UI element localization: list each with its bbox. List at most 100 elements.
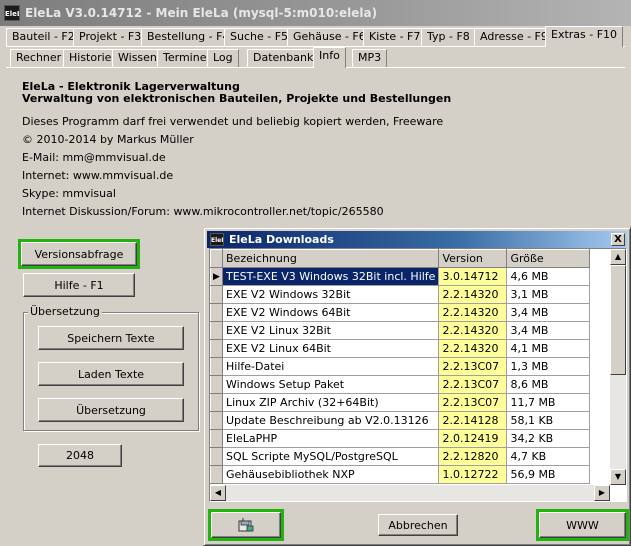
cell-size[interactable]: 58,1 KB [506, 411, 591, 430]
laden-texte-button[interactable]: Laden Texte [38, 362, 184, 386]
dialog-close-button[interactable]: X [611, 233, 625, 246]
scroll-left-arrow-icon[interactable]: ◀ [210, 485, 226, 501]
info-license: Dieses Programm darf frei verwendet und … [22, 115, 444, 128]
info-skype: Skype: mmvisual [22, 187, 116, 200]
vertical-scroll-thumb[interactable] [610, 265, 626, 375]
cell-name[interactable]: Linux ZIP Archiv (32+64Bit) [222, 393, 440, 412]
cell-size[interactable]: 3,4 MB [506, 321, 591, 340]
versionsabfrage-button[interactable]: Versionsabfrage [18, 239, 140, 269]
tab-log[interactable]: Log [207, 49, 239, 67]
vertical-scrollbar[interactable]: ▲ ▼ [610, 249, 626, 485]
table-row[interactable]: SQL Scripte MySQL/PostgreSQL 2.2.12820 4,7… [210, 447, 591, 466]
row-indicator [210, 303, 223, 322]
scroll-right-arrow-icon[interactable]: ▶ [594, 485, 610, 501]
row-indicator [210, 429, 223, 448]
cell-version[interactable]: 2.2.14128 [438, 411, 508, 430]
table-row[interactable]: Gehäusebibliothek NXP 1.0.12722 56,9 MB [210, 465, 591, 484]
number-button[interactable]: 2048 [38, 444, 122, 467]
cell-name[interactable]: EXE V2 Windows 64Bit [222, 303, 440, 322]
dialog-title-bar: EleLa EleLa Downloads X [207, 231, 627, 248]
row-pointer-icon: ▶ [210, 267, 223, 286]
cell-size[interactable]: 34,2 KB [506, 429, 591, 448]
cell-name[interactable]: EleLaPHP [222, 429, 440, 448]
table-row[interactable]: ▶ TEST-EXE V3 Windows 32Bit incl. Hilfe 3.… [210, 267, 591, 286]
tab-rechner[interactable]: Rechner [10, 49, 68, 67]
tab-historie[interactable]: Historie [63, 49, 118, 67]
tab-suche[interactable]: Suche - F5 [224, 28, 295, 46]
table-row[interactable]: EleLaPHP 2.0.12419 34,2 KB [210, 429, 591, 448]
cell-size[interactable]: 11,7 MB [506, 393, 591, 412]
table-row[interactable]: EXE V2 Linux 32Bit 2.2.14320 3,4 MB [210, 321, 591, 340]
column-header-groesse[interactable]: Größe [506, 249, 591, 268]
info-copyright: © 2010-2014 by Markus Müller [22, 133, 194, 146]
cell-version[interactable]: 2.2.13C07 [438, 393, 508, 412]
cell-size[interactable]: 56,9 MB [506, 465, 591, 484]
tab-info[interactable]: Info [313, 47, 346, 68]
cell-size[interactable]: 4,7 KB [506, 447, 591, 466]
cell-name[interactable]: EXE V2 Linux 32Bit [222, 321, 440, 340]
tab-extras[interactable]: Extras - F10 [545, 26, 624, 47]
cell-name[interactable]: Hilfe-Datei [222, 357, 440, 376]
tab-typ[interactable]: Typ - F8 [421, 28, 476, 46]
cell-name[interactable]: EXE V2 Linux 64Bit [222, 339, 440, 358]
www-button[interactable]: WWW [536, 509, 629, 541]
tab-datenbank[interactable]: Datenbank [247, 49, 320, 67]
download-button[interactable] [208, 509, 284, 541]
cell-version[interactable]: 2.2.12820 [438, 447, 508, 466]
hilfe-button[interactable]: Hilfe - F1 [23, 273, 135, 297]
tab-projekt[interactable]: Projekt - F3 [73, 28, 148, 46]
cell-version[interactable]: 2.2.14320 [438, 285, 508, 304]
cell-version[interactable]: 2.2.13C07 [438, 375, 508, 394]
table-row[interactable]: Linux ZIP Archiv (32+64Bit) 2.2.13C07 11,7… [210, 393, 591, 412]
tab-gehaeuse[interactable]: Gehäuse - F6 [287, 28, 372, 46]
downloads-grid[interactable]: Bezeichnung Version Größe ▶ TEST-EXE V3 W… [209, 248, 627, 502]
cell-size[interactable]: 3,4 MB [506, 303, 591, 322]
speichern-texte-button[interactable]: Speichern Texte [38, 326, 184, 350]
cell-name[interactable]: EXE V2 Windows 32Bit [222, 285, 440, 304]
cell-size[interactable]: 1,3 MB [506, 357, 591, 376]
cell-version[interactable]: 2.0.12419 [438, 429, 508, 448]
cell-version[interactable]: 2.2.13C07 [438, 357, 508, 376]
row-indicator [210, 321, 223, 340]
table-row[interactable]: Hilfe-Datei 2.2.13C07 1,3 MB [210, 357, 591, 376]
scroll-up-arrow-icon[interactable]: ▲ [610, 249, 626, 265]
cell-name[interactable]: SQL Scripte MySQL/PostgreSQL [222, 447, 440, 466]
info-internet: Internet: www.mmvisual.de [22, 169, 174, 182]
cell-size[interactable]: 4,1 MB [506, 339, 591, 358]
tab-wissen[interactable]: Wissen [112, 49, 163, 67]
abbrechen-button[interactable]: Abbrechen [378, 514, 458, 536]
tab-adresse[interactable]: Adresse - F9 [474, 28, 554, 46]
column-header-bezeichnung[interactable]: Bezeichnung [221, 249, 440, 268]
cell-version[interactable]: 2.2.14320 [438, 339, 508, 358]
table-row[interactable]: Update Beschreibung ab V2.0.13126 2.2.141… [210, 411, 591, 430]
table-row[interactable]: EXE V2 Linux 64Bit 2.2.14320 4,1 MB [210, 339, 591, 358]
cell-name[interactable]: TEST-EXE V3 Windows 32Bit incl. Hilfe [222, 267, 440, 286]
cell-version[interactable]: 2.2.14320 [438, 321, 508, 340]
table-row[interactable]: EXE V2 Windows 64Bit 2.2.14320 3,4 MB [210, 303, 591, 322]
tab-kiste[interactable]: Kiste - F7 [363, 28, 427, 46]
uebersetzung-group-label: Übersetzung [28, 305, 102, 318]
row-indicator [210, 465, 223, 484]
tab-bauteil[interactable]: Bauteil - F2 [6, 28, 81, 46]
cell-version[interactable]: 2.2.14320 [438, 303, 508, 322]
app-icon: EleLa [4, 5, 20, 21]
row-indicator [210, 411, 223, 430]
scroll-down-arrow-icon[interactable]: ▼ [610, 469, 626, 485]
table-row[interactable]: EXE V2 Windows 32Bit 2.2.14320 3,1 MB [210, 285, 591, 304]
cell-size[interactable]: 8,6 MB [506, 375, 591, 394]
tab-bestellung[interactable]: Bestellung - F4 [141, 28, 236, 46]
horizontal-scrollbar[interactable]: ◀ ▶ [210, 485, 610, 501]
cell-name[interactable]: Gehäusebibliothek NXP [222, 465, 440, 484]
cell-name[interactable]: Windows Setup Paket [222, 375, 440, 394]
cell-size[interactable]: 3,1 MB [506, 285, 591, 304]
tab-termine[interactable]: Termine [157, 49, 213, 67]
table-row[interactable]: Windows Setup Paket 2.2.13C07 8,6 MB [210, 375, 591, 394]
cell-version[interactable]: 3.0.14712 [438, 267, 508, 286]
cell-size[interactable]: 4,6 MB [506, 267, 591, 286]
tab-mp3[interactable]: MP3 [352, 49, 388, 67]
cell-version[interactable]: 1.0.12722 [438, 465, 508, 484]
cell-name[interactable]: Update Beschreibung ab V2.0.13126 [222, 411, 440, 430]
column-header-version[interactable]: Version [438, 249, 508, 268]
downloads-dialog: EleLa EleLa Downloads X Bezeichnung Vers… [203, 227, 631, 546]
uebersetzung-button[interactable]: Übersetzung [38, 398, 184, 422]
